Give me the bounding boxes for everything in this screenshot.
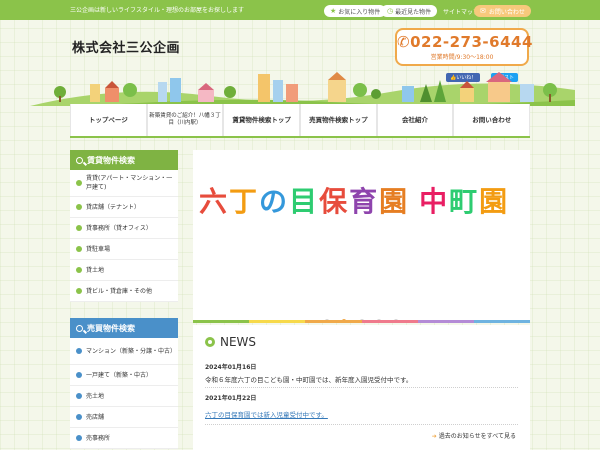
nav-company[interactable]: 会社紹介 xyxy=(376,104,454,136)
nav-new-rental[interactable]: 新築賃貸のご紹介！八幡３丁目（川内駅） xyxy=(146,104,224,136)
sidebar-item-sale-land[interactable]: 売土地 xyxy=(70,386,178,407)
news-heading: NEWS xyxy=(205,335,518,349)
sidebar-item-rental-office[interactable]: 貸事務所（貸オフィス） xyxy=(70,218,178,239)
phone-icon: ✆ xyxy=(397,33,411,51)
circle-icon xyxy=(205,337,215,347)
sidebar-rent-list: 賃貸(アパート・マンション・一戸建て) 貸店舗（テナント） 貸事務所（貸オフィス… xyxy=(70,170,178,302)
sidebar-item-sale-store[interactable]: 売店舗 xyxy=(70,407,178,428)
search-icon xyxy=(76,324,83,332)
sidebar-rent-heading: 賃貸物件検索 xyxy=(70,150,178,170)
contact-top-button[interactable]: ✉ お問い合わせ xyxy=(474,5,531,17)
nav-rent-search[interactable]: 賃貸物件検索トップ xyxy=(223,104,301,136)
nav-top-page[interactable]: トップページ xyxy=(70,104,147,136)
nav-sale-search[interactable]: 売買物件検索トップ xyxy=(300,104,377,136)
sidebar-item-sale-house[interactable]: 一戸建て（新築・中古） xyxy=(70,365,178,386)
news-list: 2024年01月16日 令和６年度六丁の目こども園・中町園では、新年度入園児受付… xyxy=(205,357,518,425)
history-icon: ◷ xyxy=(387,7,394,15)
nav-contact[interactable]: お問い合わせ xyxy=(453,104,531,136)
news-item: 2024年01月16日 令和６年度六丁の目こども園・中町園では、新年度入園児受付… xyxy=(205,357,518,388)
sidebar-item-rental-housing[interactable]: 賃貸(アパート・マンション・一戸建て) xyxy=(70,170,178,197)
favorites-button[interactable]: ★ お気に入り物件 xyxy=(324,5,387,17)
mail-icon: ✉ xyxy=(480,7,486,15)
phone-box: ✆022-273-6444 営業時間/9:30～18:00 xyxy=(395,28,532,66)
sidebar-item-rental-land[interactable]: 貸土地 xyxy=(70,260,178,281)
recent-button[interactable]: ◷ 最近見た物件 xyxy=(381,5,438,17)
sidebar-item-rental-parking[interactable]: 貸駐車場 xyxy=(70,239,178,260)
sidebar-sale: 売買物件検索 マンション（新築・分譲・中古） 一戸建て（新築・中古） 売土地 売… xyxy=(70,318,178,449)
news-date: 2021年01月22日 xyxy=(205,395,257,402)
slide-title: 六丁の目保育園 中町園 xyxy=(199,185,510,218)
site-tagline: 三公企画は新しいライフスタイル・理想のお部屋をお探しします xyxy=(70,7,245,14)
main-nav: トップページ 新築賃貸のご紹介！八幡３丁目（川内駅） 賃貸物件検索トップ 売買物… xyxy=(70,104,531,138)
star-icon: ★ xyxy=(330,7,337,15)
news-text: 令和６年度六丁の目こども園・中町園では、新年度入園児受付中です。 xyxy=(205,376,413,384)
sidebar-item-sale-office[interactable]: 売事務所 xyxy=(70,428,178,449)
sidebar-item-rental-store[interactable]: 貸店舗（テナント） xyxy=(70,197,178,218)
business-hours: 営業時間/9:30～18:00 xyxy=(430,54,494,61)
company-logo[interactable]: 株式会社三公企画 xyxy=(72,37,180,56)
news-more-link[interactable]: ➜ 過去のお知らせをすべて見る xyxy=(432,431,516,440)
sidebar-item-rental-building[interactable]: 貸ビル・貸倉庫・その他 xyxy=(70,281,178,302)
top-bar: 三公企画は新しいライフスタイル・理想のお部屋をお探しします ★ お気に入り物件 ◷… xyxy=(0,0,600,20)
sidebar-sale-heading: 売買物件検索 xyxy=(70,318,178,338)
chevron-right-icon: ➜ xyxy=(431,433,437,440)
news-section: NEWS 2024年01月16日 令和６年度六丁の目こども園・中町園では、新年度… xyxy=(193,325,530,450)
news-item: 2021年01月22日 六丁の目保育園では新入児童受付中です。 xyxy=(205,388,518,425)
town-illustration xyxy=(30,72,575,106)
news-date: 2024年01月16日 xyxy=(205,364,257,371)
sidebar-rent: 賃貸物件検索 賃貸(アパート・マンション・一戸建て) 貸店舗（テナント） 貸事務… xyxy=(70,150,178,302)
sidebar-item-sale-condo[interactable]: マンション（新築・分譲・中古） xyxy=(70,338,178,365)
phone-number[interactable]: ✆022-273-6444 xyxy=(397,33,532,51)
sidebar-sale-list: マンション（新築・分譲・中古） 一戸建て（新築・中古） 売土地 売店舗 売事務所 xyxy=(70,338,178,449)
search-icon xyxy=(76,156,83,164)
hero-slider[interactable]: 六丁の目保育園 中町園 xyxy=(193,150,530,323)
news-link[interactable]: 六丁の目保育園では新入児童受付中です。 xyxy=(205,411,328,419)
rainbow-divider xyxy=(193,320,531,323)
